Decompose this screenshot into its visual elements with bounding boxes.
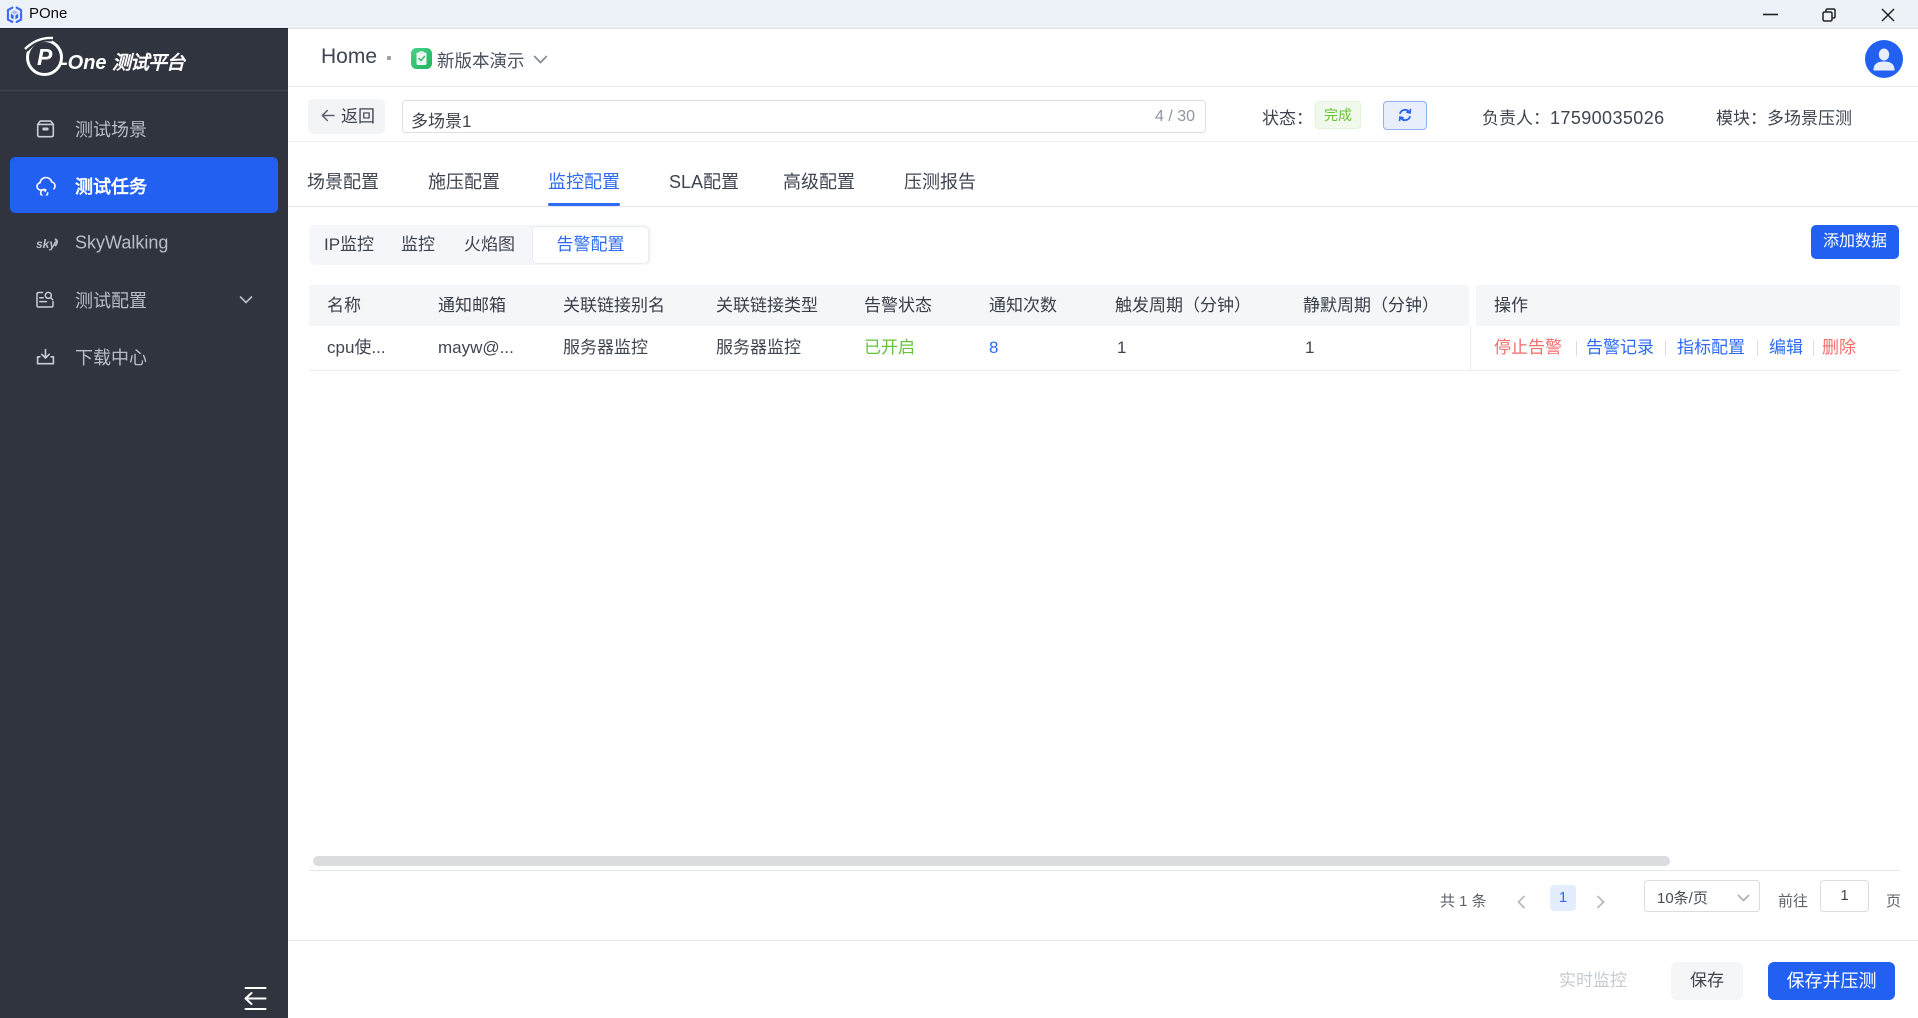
svg-text:sky: sky — [36, 237, 57, 251]
